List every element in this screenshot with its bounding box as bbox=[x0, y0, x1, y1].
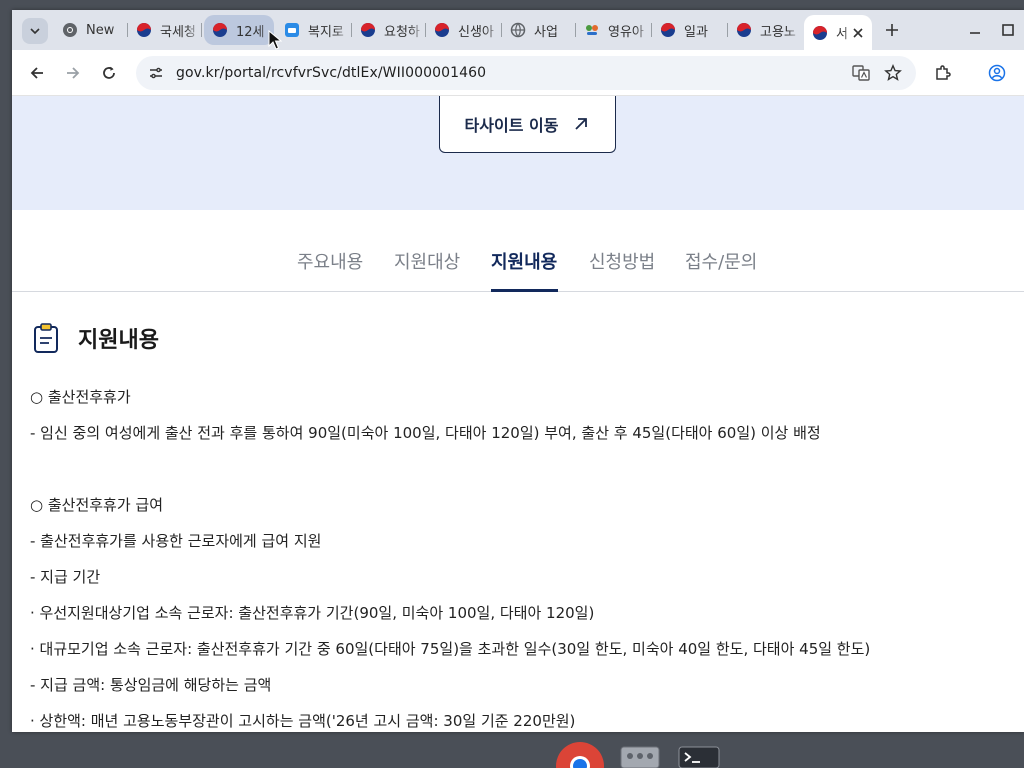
tab-title: 일과 bbox=[684, 24, 708, 40]
browser-tab[interactable]: 국세청 bbox=[128, 15, 202, 45]
site-info-icon[interactable] bbox=[148, 65, 164, 81]
content-line: - 임신 중의 여성에게 출산 전과 후를 통하여 90일(미숙아 100일, … bbox=[30, 424, 821, 442]
browser-tab[interactable]: New bbox=[54, 15, 128, 45]
bookmark-star-icon[interactable] bbox=[884, 64, 902, 86]
profile-button[interactable] bbox=[987, 63, 1007, 83]
tab-support-content[interactable]: 지원내용 bbox=[491, 248, 557, 274]
content-tabs: 주요내용 지원대상 지원내용 신청방법 접수/문의 bbox=[12, 210, 1024, 292]
tab-eligibility[interactable]: 지원대상 bbox=[394, 248, 460, 274]
arrow-up-right-icon bbox=[572, 115, 590, 133]
reload-button[interactable] bbox=[99, 63, 119, 83]
translate-icon[interactable] bbox=[852, 64, 870, 86]
terminal-taskbar-icon[interactable] bbox=[678, 746, 720, 768]
content-line: · 상한액: 매년 고용노동부장관이 고시하는 금액('26년 고시 금액: 3… bbox=[30, 712, 576, 730]
browser-tab[interactable]: 요청하 bbox=[352, 15, 426, 45]
browser-tab[interactable]: 영유아 bbox=[576, 15, 652, 45]
tab-title: 국세청 bbox=[160, 24, 196, 40]
browser-tab-active[interactable]: 서 bbox=[804, 15, 872, 50]
gov-emblem-icon bbox=[360, 22, 376, 38]
content-line: - 출산전후휴가를 사용한 근로자에게 급여 지원 bbox=[30, 532, 322, 550]
globe-icon bbox=[510, 22, 526, 38]
browser-tab[interactable]: 12세 bbox=[204, 15, 274, 45]
maximize-button[interactable] bbox=[1001, 22, 1015, 41]
page-content: 타사이트 이동 주요내용 지원대상 지원내용 신청방법 접수/문의 지원내용 ○… bbox=[12, 96, 1024, 732]
tab-title: New bbox=[86, 22, 115, 38]
tab-title: 사업 bbox=[534, 24, 558, 40]
profile-icon bbox=[988, 64, 1006, 82]
chrome-taskbar-icon[interactable] bbox=[556, 740, 604, 768]
maximize-icon bbox=[1002, 24, 1014, 36]
address-bar[interactable]: gov.kr/portal/rcvfvrSvc/dtlEx/WII0000014… bbox=[136, 56, 916, 90]
browser-toolbar: gov.kr/portal/rcvfvrSvc/dtlEx/WII0000014… bbox=[12, 50, 1024, 96]
close-icon[interactable] bbox=[852, 27, 864, 39]
gov-emblem-icon bbox=[736, 22, 752, 38]
arrow-left-icon bbox=[30, 67, 43, 79]
tab-title: 신생아 bbox=[458, 24, 494, 40]
external-site-button[interactable]: 타사이트 이동 bbox=[439, 96, 616, 153]
browser-window: New 국세청 12세 복지로 요청하 신생아 사업 영유아 일과 고용노 서 … bbox=[12, 10, 1024, 732]
section-heading: 지원내용 bbox=[32, 322, 159, 354]
external-site-button-label: 타사이트 이동 bbox=[464, 116, 559, 135]
tab-search-button[interactable] bbox=[22, 18, 48, 44]
chrome-icon bbox=[62, 22, 78, 38]
browser-tab[interactable]: 일과 bbox=[652, 15, 728, 45]
minimize-icon bbox=[970, 32, 980, 34]
url-text: gov.kr/portal/rcvfvrSvc/dtlEx/WII0000014… bbox=[176, 65, 487, 81]
active-tab-indicator bbox=[491, 289, 558, 292]
gov-emblem-icon bbox=[212, 22, 228, 38]
tab-contact[interactable]: 접수/문의 bbox=[685, 248, 757, 274]
arrow-right-icon bbox=[67, 67, 80, 79]
app-taskbar-icon[interactable] bbox=[620, 746, 660, 768]
tab-strip: New 국세청 12세 복지로 요청하 신생아 사업 영유아 일과 고용노 서 bbox=[12, 10, 1024, 50]
tab-title: 서 bbox=[836, 27, 848, 42]
childcare-icon bbox=[584, 22, 600, 38]
content-line: · 대규모기업 소속 근로자: 출산전후휴가 기간 중 60일(다태아 75일)… bbox=[30, 640, 871, 658]
forward-button[interactable] bbox=[63, 63, 83, 83]
browser-tab[interactable]: 사업 bbox=[502, 15, 576, 45]
browser-tab[interactable]: 신생아 bbox=[426, 15, 502, 45]
mouse-cursor-icon bbox=[268, 30, 282, 50]
plus-icon bbox=[886, 24, 898, 36]
browser-tab[interactable]: 복지로 bbox=[276, 15, 352, 45]
browser-tab[interactable]: 고용노 bbox=[728, 15, 804, 45]
hero-banner: 타사이트 이동 bbox=[12, 96, 1024, 210]
clipboard-icon bbox=[32, 322, 60, 354]
bokjiro-icon bbox=[284, 22, 300, 38]
tab-title: 복지로 bbox=[308, 24, 344, 40]
content-line: - 지급 기간 bbox=[30, 568, 101, 586]
gov-emblem-icon bbox=[434, 22, 450, 38]
new-tab-button[interactable] bbox=[882, 20, 902, 40]
content-line: ○ 출산전후휴가 급여 bbox=[30, 496, 164, 514]
gov-emblem-icon bbox=[660, 22, 676, 38]
tab-title: 요청하 bbox=[384, 24, 420, 40]
puzzle-icon bbox=[936, 65, 951, 80]
tab-how-to-apply[interactable]: 신청방법 bbox=[589, 248, 655, 274]
section-title: 지원내용 bbox=[78, 328, 159, 353]
content-line: · 우선지원대상기업 소속 근로자: 출산전후휴가 기간(90일, 미숙아 10… bbox=[30, 604, 595, 622]
minimize-button[interactable] bbox=[968, 22, 982, 41]
reload-icon bbox=[103, 66, 115, 79]
gov-emblem-icon bbox=[136, 22, 152, 38]
extensions-button[interactable] bbox=[933, 63, 953, 83]
tab-title: 영유아 bbox=[608, 24, 644, 40]
back-button[interactable] bbox=[27, 63, 47, 83]
content-line: ○ 출산전후휴가 bbox=[30, 388, 131, 406]
content-line: - 지급 금액: 통상임금에 해당하는 금액 bbox=[30, 676, 272, 694]
gov-emblem-icon bbox=[812, 25, 828, 41]
tab-title: 고용노 bbox=[760, 24, 796, 40]
chevron-down-icon bbox=[30, 28, 40, 35]
tab-main-content[interactable]: 주요내용 bbox=[297, 248, 363, 274]
